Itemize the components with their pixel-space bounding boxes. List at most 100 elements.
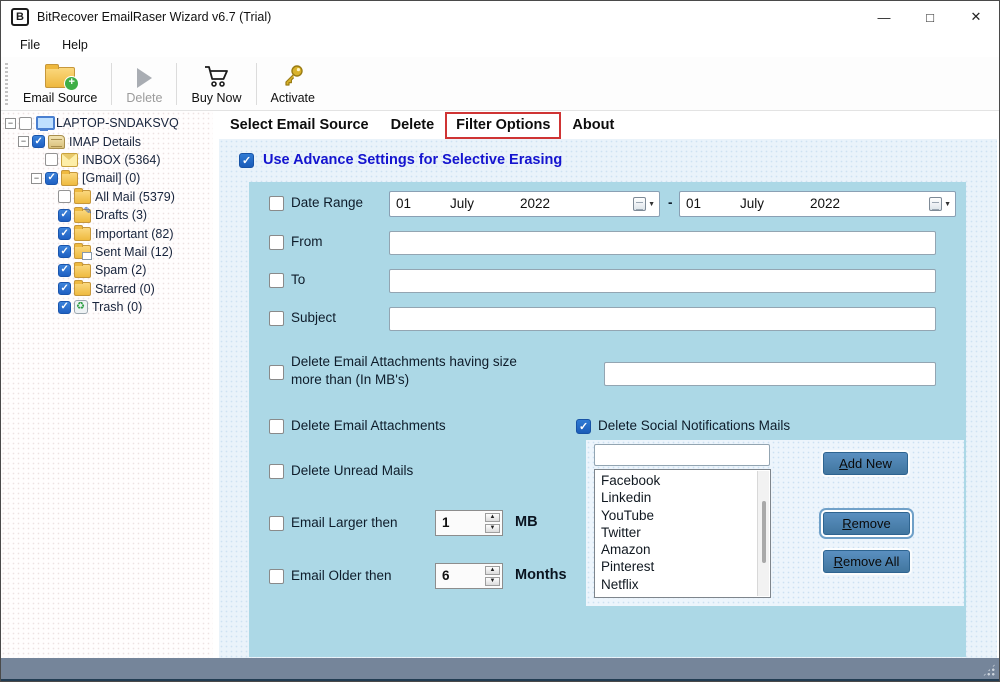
tree-checkbox[interactable] <box>19 117 32 130</box>
tree-item-drafts-3[interactable]: Drafts (3) <box>1 206 213 224</box>
tree-item-imap-details[interactable]: − IMAP Details <box>1 132 213 150</box>
tree-label[interactable]: LAPTOP-SNDAKSVQ <box>56 116 179 130</box>
list-item-amazon[interactable]: Amazon <box>601 541 756 558</box>
tree-checkbox[interactable] <box>58 190 71 203</box>
tree-label[interactable]: INBOX (5364) <box>82 153 161 167</box>
email-larger-checkbox[interactable] <box>269 516 284 531</box>
maximize-button[interactable]: □ <box>907 1 953 33</box>
date-from-picker[interactable]: 01 July 2022 ▼ <box>389 191 660 217</box>
close-button[interactable]: ✕ <box>953 1 999 33</box>
tree-label[interactable]: Spam (2) <box>95 263 146 277</box>
tree-label[interactable]: IMAP Details <box>69 135 141 149</box>
from-input[interactable] <box>389 231 936 255</box>
collapse-icon[interactable]: − <box>18 136 29 147</box>
tab-select-email-source[interactable]: Select Email Source <box>219 112 380 139</box>
date-to-picker[interactable]: 01 July 2022 ▼ <box>679 191 956 217</box>
tree-checkbox[interactable] <box>58 209 71 222</box>
tree-label[interactable]: Starred (0) <box>95 282 155 296</box>
delete-attachments-checkbox[interactable] <box>269 419 284 434</box>
tree-checkbox[interactable] <box>45 172 58 185</box>
tree-item-gmail-0[interactable]: − [Gmail] (0) <box>1 169 213 187</box>
calendar-icon[interactable] <box>929 197 942 211</box>
tree-checkbox[interactable] <box>58 264 71 277</box>
remove-button[interactable]: Remove <box>823 512 910 535</box>
date-from-day[interactable]: 01 <box>396 196 411 211</box>
list-item-pinterest[interactable]: Pinterest <box>601 558 756 575</box>
email-older-value[interactable]: 6 <box>442 568 450 583</box>
buy-now-button[interactable]: Buy Now <box>181 60 251 107</box>
spin-up-icon[interactable]: ▲ <box>485 566 500 575</box>
tree-label[interactable]: All Mail (5379) <box>95 190 175 204</box>
attachment-size-checkbox[interactable] <box>269 365 284 380</box>
tree-item-important-82[interactable]: Important (82) <box>1 224 213 242</box>
subject-input[interactable] <box>389 307 936 331</box>
tree-label[interactable]: [Gmail] (0) <box>82 171 140 185</box>
date-to-day[interactable]: 01 <box>686 196 701 211</box>
email-source-button[interactable]: Email Source <box>13 61 107 107</box>
menu-file[interactable]: File <box>9 35 51 55</box>
tab-filter-options[interactable]: Filter Options <box>445 112 561 139</box>
tree-checkbox[interactable] <box>45 153 58 166</box>
tree-label[interactable]: Drafts (3) <box>95 208 147 222</box>
date-from-month[interactable]: July <box>450 196 474 211</box>
list-item-linkedin[interactable]: Linkedin <box>601 489 756 506</box>
email-older-spinner[interactable]: 6 ▲ ▼ <box>435 563 503 589</box>
spin-down-icon[interactable]: ▼ <box>485 524 500 533</box>
date-to-month[interactable]: July <box>740 196 764 211</box>
social-checkbox[interactable] <box>576 419 591 434</box>
email-older-checkbox[interactable] <box>269 569 284 584</box>
tree-checkbox[interactable] <box>32 135 45 148</box>
tree-checkbox[interactable] <box>58 245 71 258</box>
tree-checkbox[interactable] <box>58 301 71 314</box>
collapse-icon[interactable]: − <box>5 118 16 129</box>
toolbar-grip[interactable] <box>5 63 8 105</box>
date-range-checkbox[interactable] <box>269 196 284 211</box>
delete-unread-checkbox[interactable] <box>269 464 284 479</box>
to-checkbox[interactable] <box>269 273 284 288</box>
social-add-input[interactable] <box>594 444 770 466</box>
tab-delete[interactable]: Delete <box>380 112 446 139</box>
spin-up-icon[interactable]: ▲ <box>485 513 500 522</box>
listbox-scrollbar[interactable] <box>757 471 769 596</box>
resize-grip[interactable] <box>982 663 996 677</box>
tree-item-all-mail-5379[interactable]: All Mail (5379) <box>1 188 213 206</box>
email-larger-value[interactable]: 1 <box>442 515 450 530</box>
tree-item-sent-mail-12[interactable]: Sent Mail (12) <box>1 243 213 261</box>
date-to-year[interactable]: 2022 <box>810 196 840 211</box>
tree-label[interactable]: Important (82) <box>95 227 174 241</box>
attachment-size-input[interactable] <box>604 362 936 386</box>
social-listbox[interactable]: FacebookLinkedinYouTubeTwitterAmazonPint… <box>594 469 771 598</box>
activate-button[interactable]: Activate <box>261 60 325 107</box>
add-new-button[interactable]: Add New <box>823 452 908 475</box>
delete-button[interactable]: Delete <box>116 60 172 107</box>
minimize-button[interactable]: — <box>861 1 907 33</box>
to-input[interactable] <box>389 269 936 293</box>
menu-help[interactable]: Help <box>51 35 99 55</box>
calendar-icon[interactable] <box>633 197 646 211</box>
list-item-facebook[interactable]: Facebook <box>601 472 756 489</box>
collapse-icon[interactable]: − <box>31 173 42 184</box>
from-checkbox[interactable] <box>269 235 284 250</box>
email-larger-spinner[interactable]: 1 ▲ ▼ <box>435 510 503 536</box>
tree-checkbox[interactable] <box>58 227 71 240</box>
tree-item-laptop-sndaksvq[interactable]: − LAPTOP-SNDAKSVQ <box>1 114 213 132</box>
chevron-down-icon[interactable]: ▼ <box>648 201 655 208</box>
tree-label[interactable]: Sent Mail (12) <box>95 245 173 259</box>
tree-item-spam-2[interactable]: Spam (2) <box>1 261 213 279</box>
list-item-netflix[interactable]: Netflix <box>601 576 756 593</box>
tree-item-trash-0[interactable]: Trash (0) <box>1 298 213 316</box>
tab-about[interactable]: About <box>561 112 625 139</box>
remove-all-button[interactable]: Remove All <box>823 550 910 573</box>
tree-label[interactable]: Trash (0) <box>92 300 142 314</box>
tree-item-inbox-5364[interactable]: INBOX (5364) <box>1 151 213 169</box>
chevron-down-icon[interactable]: ▼ <box>944 201 951 208</box>
subject-checkbox[interactable] <box>269 311 284 326</box>
tree-item-starred-0[interactable]: Starred (0) <box>1 280 213 298</box>
advance-settings-checkbox[interactable] <box>239 153 254 168</box>
tree-checkbox[interactable] <box>58 282 71 295</box>
list-item-youtube[interactable]: YouTube <box>601 507 756 524</box>
scrollbar-thumb[interactable] <box>762 501 766 563</box>
spin-down-icon[interactable]: ▼ <box>485 577 500 586</box>
list-item-twitter[interactable]: Twitter <box>601 524 756 541</box>
date-from-year[interactable]: 2022 <box>520 196 550 211</box>
